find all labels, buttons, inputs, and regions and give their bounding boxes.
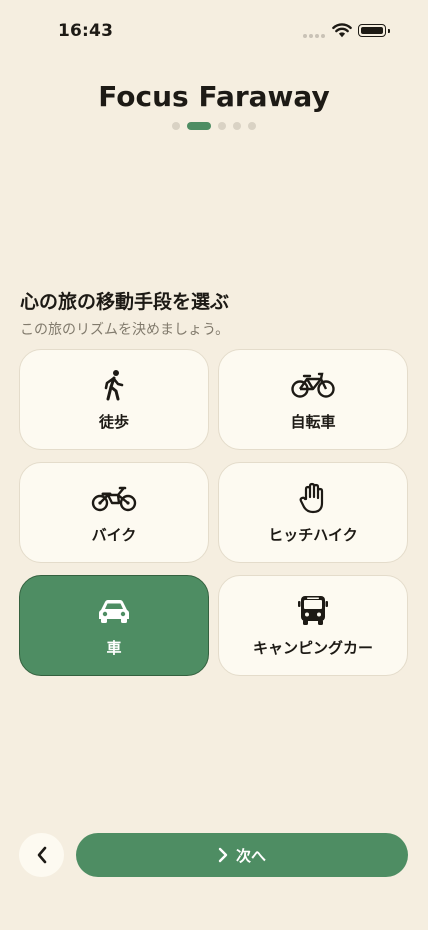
option-car[interactable]: 車 bbox=[19, 575, 209, 676]
next-button-label: 次へ bbox=[235, 846, 266, 865]
option-walk[interactable]: 徒歩 bbox=[19, 349, 209, 450]
walking-person-icon bbox=[91, 368, 137, 402]
option-camper[interactable]: キャンピングカー bbox=[218, 575, 408, 676]
status-time: 16:43 bbox=[58, 21, 114, 41]
progress-indicator bbox=[172, 122, 256, 130]
chevron-right-icon bbox=[218, 847, 228, 863]
option-motorcycle[interactable]: バイク bbox=[19, 462, 209, 563]
app-title: Focus Faraway bbox=[98, 80, 330, 113]
option-label: 自転車 bbox=[290, 412, 336, 431]
question-title: 心の旅の移動手段を選ぶ bbox=[20, 291, 230, 313]
progress-dot bbox=[218, 122, 226, 130]
option-label: バイク bbox=[91, 525, 137, 544]
next-button[interactable]: 次へ bbox=[76, 833, 408, 877]
option-label: キャンピングカー bbox=[252, 638, 373, 657]
cellular-signal-icon bbox=[303, 34, 325, 38]
bus-icon bbox=[290, 594, 336, 628]
progress-dot bbox=[248, 122, 256, 130]
status-bar: 16:43 bbox=[0, 0, 428, 60]
bicycle-icon bbox=[290, 368, 336, 402]
option-bicycle[interactable]: 自転車 bbox=[218, 349, 408, 450]
question-subtitle: この旅のリズムを決めましょう。 bbox=[20, 322, 230, 338]
car-icon bbox=[91, 594, 137, 628]
option-label: 車 bbox=[106, 638, 122, 657]
raised-hand-icon bbox=[290, 481, 336, 515]
progress-dot-current bbox=[187, 122, 211, 130]
option-label: 徒歩 bbox=[98, 412, 129, 431]
chevron-left-icon bbox=[37, 846, 46, 864]
back-button[interactable] bbox=[19, 833, 64, 877]
option-hitchhike[interactable]: ヒッチハイク bbox=[218, 462, 408, 563]
option-label: ヒッチハイク bbox=[268, 525, 358, 544]
battery-icon bbox=[358, 24, 390, 37]
progress-dot bbox=[233, 122, 241, 130]
motorcycle-icon bbox=[91, 481, 137, 515]
progress-dot bbox=[172, 122, 180, 130]
wifi-icon bbox=[332, 23, 352, 38]
